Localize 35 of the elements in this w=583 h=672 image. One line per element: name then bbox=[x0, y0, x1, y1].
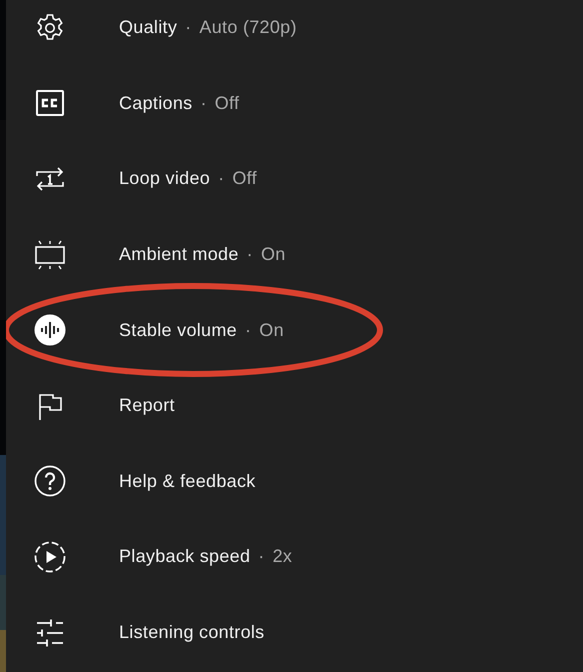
menu-item[interactable]: Stable volume · On bbox=[6, 292, 583, 368]
sliders-icon bbox=[34, 616, 66, 649]
separator-dot: · bbox=[200, 92, 207, 114]
menu-item-value: On bbox=[259, 320, 284, 341]
menu-item-value: Off bbox=[232, 168, 257, 190]
menu-item-label: Report bbox=[119, 395, 175, 416]
menu-item-label: Stable volume bbox=[119, 320, 237, 341]
menu-item-value: 2x bbox=[272, 546, 292, 568]
menu-item[interactable]: Captions · Off bbox=[6, 66, 583, 142]
menu-item-value: Off bbox=[214, 92, 240, 114]
ambient-screen-icon bbox=[34, 238, 66, 271]
menu-item-label: Listening controls bbox=[119, 622, 264, 644]
menu-item-value: Auto (720p) bbox=[199, 17, 297, 38]
waveform-icon bbox=[34, 314, 66, 346]
menu-item-label: Captions bbox=[119, 92, 192, 114]
separator-dot: · bbox=[258, 546, 265, 568]
menu-item-label: Ambient mode bbox=[119, 244, 239, 266]
menu-item-label: Playback speed bbox=[119, 546, 250, 568]
separator-dot: · bbox=[185, 17, 192, 38]
play-speed-icon bbox=[34, 540, 66, 573]
separator-dot: · bbox=[246, 244, 253, 266]
menu-item-value: On bbox=[260, 244, 286, 266]
menu-item-label: Loop video bbox=[119, 168, 210, 190]
menu-item[interactable]: Report bbox=[6, 368, 583, 444]
menu-item[interactable]: Quality · Auto (720p) bbox=[6, 0, 583, 66]
separator-dot: · bbox=[244, 320, 252, 341]
menu-item[interactable]: Help & feedback bbox=[6, 444, 583, 520]
menu-item-label: Help & feedback bbox=[119, 470, 256, 492]
menu-item[interactable]: Ambient mode · On bbox=[6, 216, 583, 292]
menu-item[interactable]: Loop video · Off bbox=[6, 141, 583, 217]
menu-item-label: Quality bbox=[119, 17, 178, 38]
separator-dot: · bbox=[218, 168, 224, 190]
menu-item[interactable]: Listening controls bbox=[6, 594, 583, 670]
help-icon bbox=[34, 465, 66, 498]
menu-item[interactable]: Playback speed · 2x bbox=[6, 519, 583, 595]
